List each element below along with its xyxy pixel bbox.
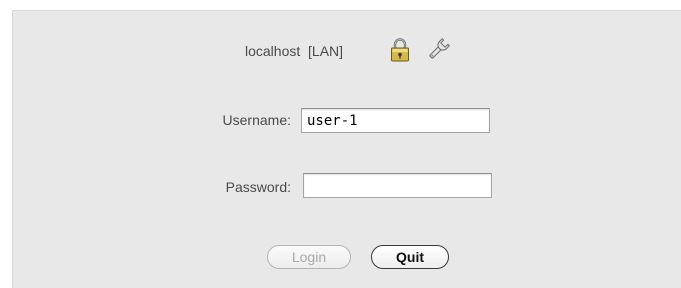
username-field[interactable] — [301, 108, 490, 133]
wrench-icon[interactable] — [425, 37, 451, 63]
password-label: Password: — [225, 179, 291, 195]
server-info-row: localhost [LAN] — [13, 35, 681, 65]
login-window: localhost [LAN] Username: Password: Logi… — [12, 10, 681, 288]
password-field[interactable] — [303, 173, 492, 198]
padlock-icon — [391, 38, 409, 62]
server-mode: [LAN] — [308, 43, 344, 59]
username-label: Username: — [222, 112, 291, 128]
server-label: localhost [LAN] — [245, 43, 343, 59]
quit-button[interactable]: Quit — [371, 245, 449, 269]
login-button[interactable]: Login — [267, 245, 351, 269]
server-host: localhost — [245, 43, 301, 59]
